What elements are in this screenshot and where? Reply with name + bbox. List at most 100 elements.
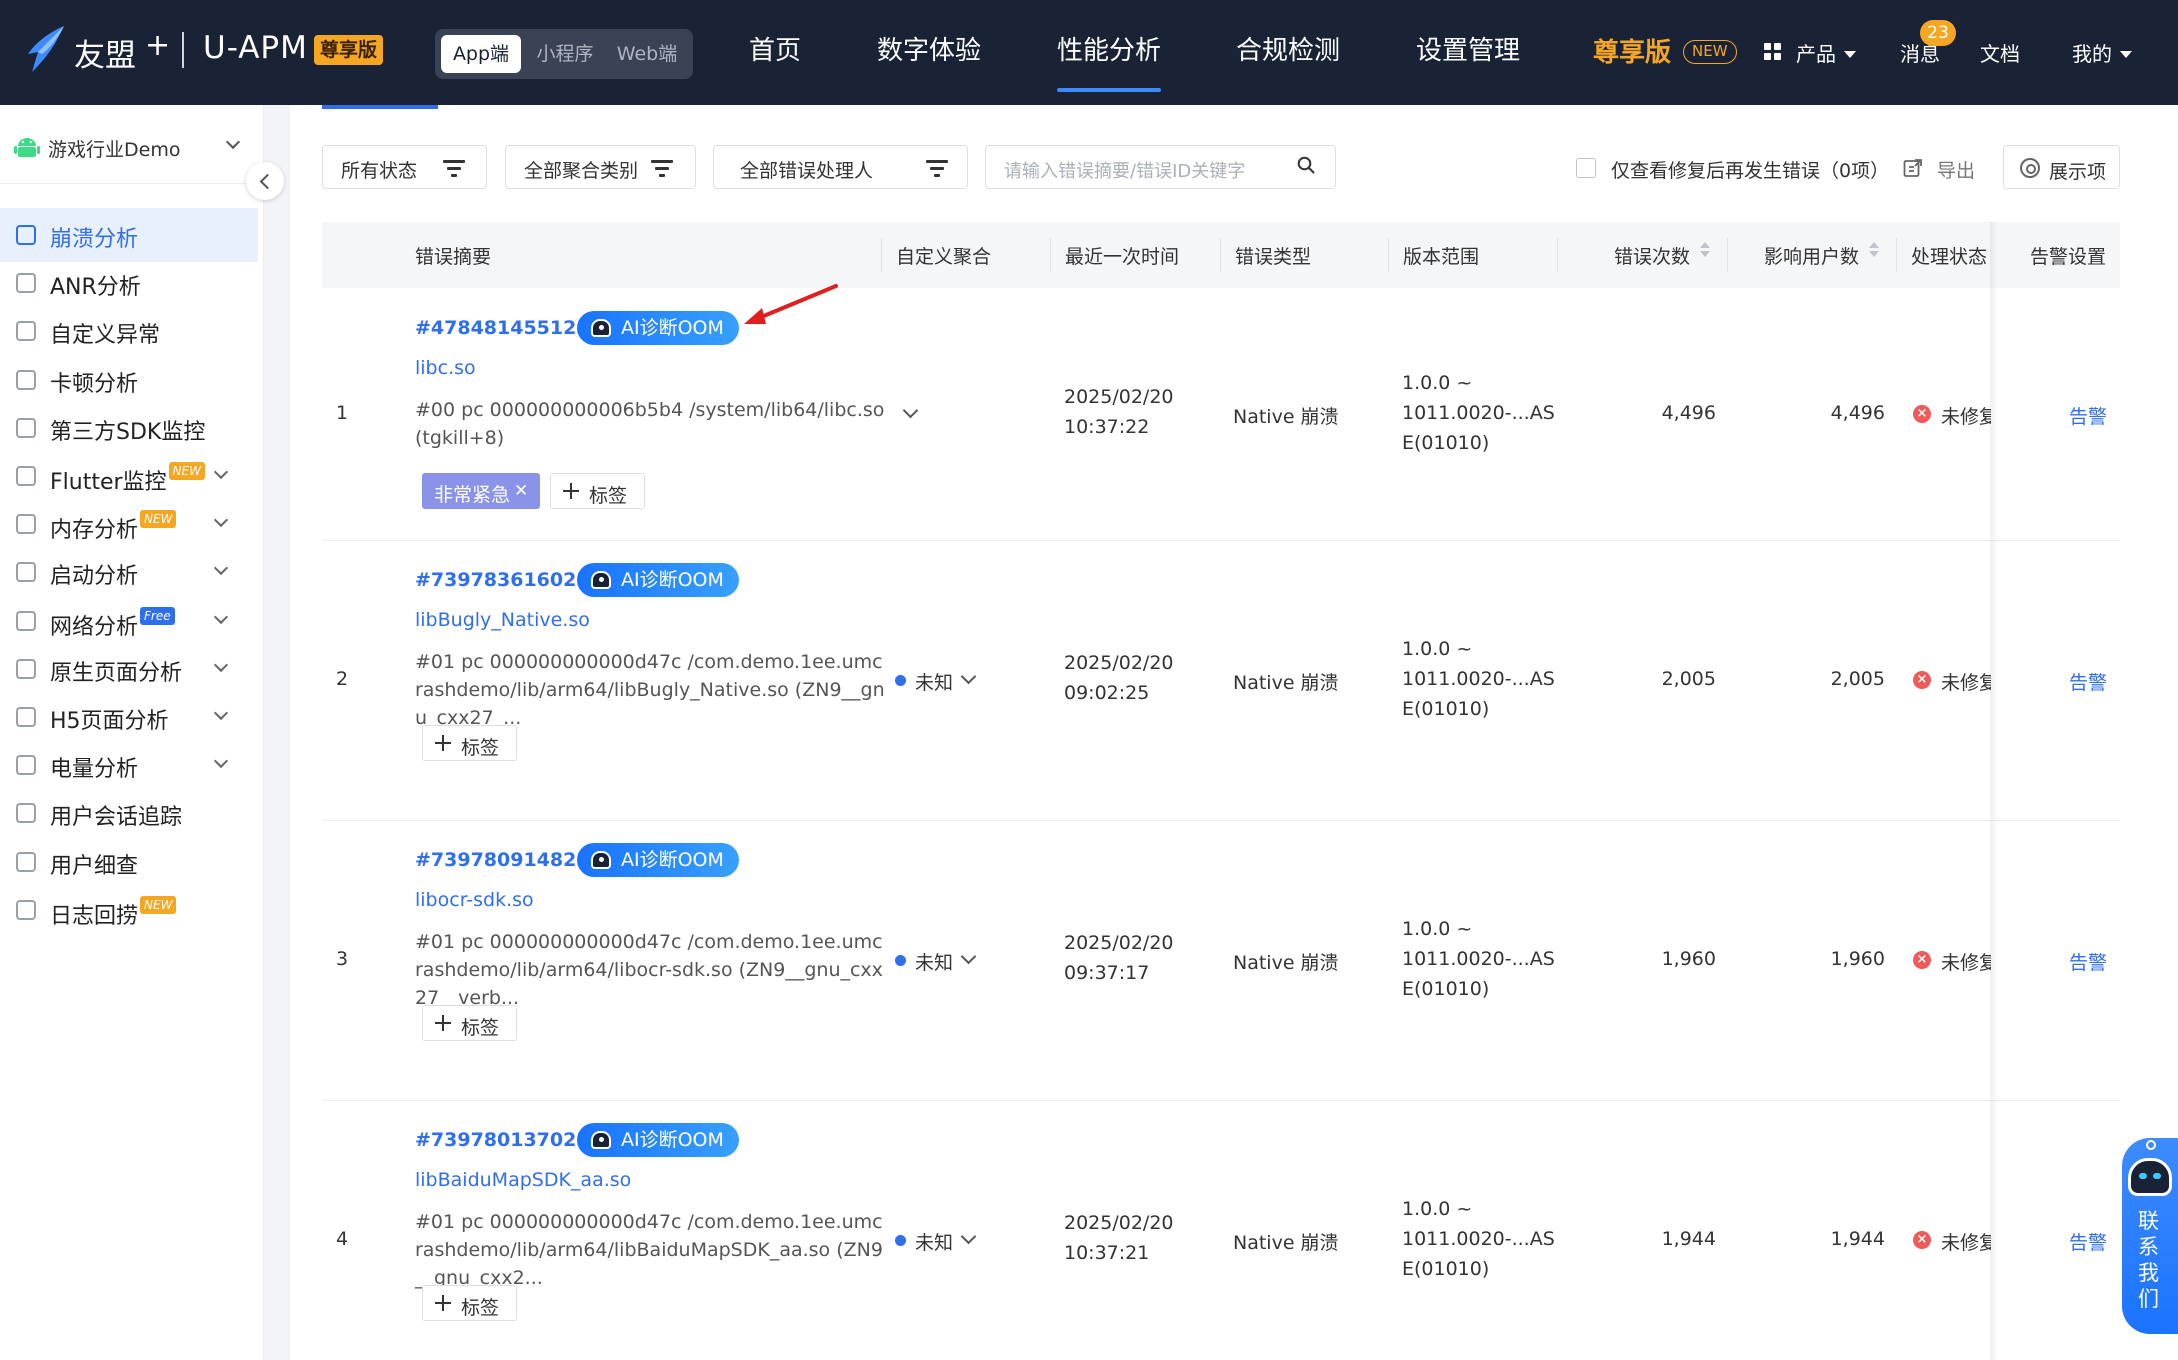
user-menu[interactable]: 我的: [2072, 38, 2132, 67]
library-name-link[interactable]: libc.so: [415, 357, 476, 379]
sidebar-item-4[interactable]: 卡顿分析: [0, 353, 258, 407]
alarm-link[interactable]: 告警: [2069, 1228, 2107, 1255]
nav-settings[interactable]: 设置管理: [1416, 30, 1520, 67]
latest-time: 10:37:22: [1064, 416, 1150, 438]
aggregation-filter[interactable]: 全部聚合类别: [505, 145, 696, 189]
library-name-link[interactable]: libBaiduMapSDK_aa.so: [415, 1169, 631, 1191]
sidebar-item-5[interactable]: 第三方SDK监控: [0, 401, 258, 455]
ai-diagnose-label: AI诊断OOM: [621, 849, 724, 871]
column-divider: [1050, 238, 1051, 272]
error-id-link[interactable]: #7397836160231: [415, 569, 603, 591]
sort-icon[interactable]: [1700, 242, 1710, 262]
ai-diagnose-oom-button[interactable]: AI诊断OOM: [577, 1123, 739, 1157]
library-name-link[interactable]: libocr-sdk.so: [415, 889, 534, 911]
sidebar-item-label: 启动分析: [50, 564, 139, 590]
ai-diagnose-oom-button[interactable]: AI诊断OOM: [577, 311, 739, 345]
add-tag-button[interactable]: 标签: [422, 725, 517, 761]
contact-us-button[interactable]: 联系我们: [2122, 1138, 2178, 1334]
status-value[interactable]: 未修复: [1941, 948, 1991, 975]
sidebar-item-label: H5页面分析: [50, 709, 169, 734]
sidebar-item-10[interactable]: 原生页面分析: [0, 642, 258, 696]
ai-diagnose-oom-button[interactable]: AI诊断OOM: [577, 563, 739, 597]
alarm-link[interactable]: 告警: [2069, 948, 2107, 975]
chevron-down-icon[interactable]: [902, 402, 919, 419]
alarm-link[interactable]: 告警: [2069, 402, 2107, 429]
platform-tab-miniprogram[interactable]: 小程序: [525, 35, 605, 73]
display-columns-button[interactable]: 展示项: [2003, 145, 2120, 189]
status-filter[interactable]: 所有状态: [322, 145, 487, 189]
products-menu[interactable]: 产品: [1796, 38, 1856, 67]
add-tag-button[interactable]: 标签: [550, 473, 645, 509]
status-value[interactable]: 未修复: [1941, 402, 1991, 429]
tag-chip-urgent[interactable]: 非常紧急 ✕: [422, 473, 540, 509]
handler-filter[interactable]: 全部错误处理人: [713, 145, 968, 189]
error-id-link[interactable]: #7397801370231: [415, 1129, 603, 1151]
error-id-link[interactable]: #7397809148231: [415, 849, 603, 871]
sidebar-item-label: 卡顿分析: [50, 371, 139, 397]
ai-diagnose-label: AI诊断OOM: [621, 1129, 724, 1151]
export-icon[interactable]: [1903, 158, 1923, 178]
only-after-fix-checkbox[interactable]: [1576, 158, 1596, 178]
stack-trace: #01 pc 000000000000d47c /com.demo.1ee.um…: [415, 931, 883, 1009]
sidebar-item-label: 崩溃分析: [50, 227, 139, 252]
sidebar-item-label: 内存分析 NEW: [50, 510, 177, 544]
platform-tab-web[interactable]: Web端: [607, 35, 687, 73]
sidebar-item-15[interactable]: 日志回捞 NEW: [0, 883, 258, 937]
docs-link[interactable]: 文档: [1980, 38, 2020, 67]
sidebar-item-8[interactable]: 启动分析: [0, 545, 258, 599]
chevron-down-icon: [213, 513, 229, 528]
chevron-down-icon[interactable]: [960, 668, 977, 685]
nav-digital-experience[interactable]: 数字体验: [877, 30, 981, 67]
sidebar-item-3[interactable]: 自定义异常: [0, 304, 258, 358]
library-name-link[interactable]: libBugly_Native.so: [415, 609, 590, 631]
header-latest-time[interactable]: 最近一次时间: [1065, 242, 1179, 269]
collapse-sidebar-button[interactable]: [246, 162, 284, 200]
export-button[interactable]: 导出: [1937, 156, 1975, 183]
sidebar-item-14[interactable]: 用户细查: [0, 835, 258, 889]
status-value[interactable]: 未修复: [1941, 1228, 1991, 1255]
nav-performance-analysis[interactable]: 性能分析: [1057, 30, 1162, 92]
custom-aggregation-value[interactable]: 未知: [915, 1228, 953, 1255]
sort-icon[interactable]: [1869, 242, 1879, 262]
sidebar-item-11[interactable]: H5页面分析: [0, 690, 258, 744]
sidebar-item-13[interactable]: 用户会话追踪: [0, 786, 258, 840]
brand-plus: +: [145, 28, 171, 63]
custom-aggregation-value[interactable]: 未知: [915, 668, 953, 695]
nav-home[interactable]: 首页: [749, 30, 801, 67]
custom-aggregation-value[interactable]: 未知: [915, 948, 953, 975]
chevron-down-icon[interactable]: [960, 1228, 977, 1245]
ai-diagnose-oom-button[interactable]: AI诊断OOM: [577, 843, 739, 877]
status-value[interactable]: 未修复: [1941, 668, 1991, 695]
add-tag-button[interactable]: 标签: [422, 1285, 517, 1321]
sidebar-item-9[interactable]: 网络分析 Free: [0, 594, 258, 648]
platform-tab-app[interactable]: App端: [441, 35, 521, 73]
alarm-link[interactable]: 告警: [2069, 668, 2107, 695]
nav-compliance[interactable]: 合规检测: [1236, 30, 1340, 67]
sidebar-item-2[interactable]: ANR分析: [0, 256, 258, 310]
row-index: 4: [336, 1228, 349, 1250]
crash-icon: [16, 225, 36, 245]
ai-diagnose-label: AI诊断OOM: [621, 569, 724, 591]
chevron-down-icon[interactable]: [960, 948, 977, 965]
nav-vip[interactable]: 尊享版: [1593, 32, 1671, 69]
sidebar-item-label: 日志回捞 NEW: [50, 895, 177, 930]
sidebar-item-1[interactable]: 崩溃分析: [0, 208, 258, 262]
sidebar-item-7[interactable]: 内存分析 NEW: [0, 497, 258, 551]
header-error-count[interactable]: 错误次数: [1614, 242, 1690, 269]
search-input[interactable]: 请输入错误摘要/错误ID关键字: [985, 145, 1336, 189]
add-tag-label: 标签: [461, 1017, 500, 1039]
sidebar: 游戏行业Demo 崩溃分析 ANR分析 自定义异常卡顿分析第三方SDK监控 Flutt…: [0, 105, 264, 1360]
search-icon[interactable]: [1297, 156, 1315, 174]
app-selector[interactable]: 游戏行业Demo: [12, 127, 250, 167]
sidebar-item-12[interactable]: 电量分析: [0, 738, 258, 792]
sidebar-item-6[interactable]: Flutter监控 NEW: [0, 449, 258, 503]
version-range-end: E(01010): [1402, 698, 1490, 720]
close-icon[interactable]: ✕: [514, 481, 528, 501]
error-id-link[interactable]: #4784814551231: [415, 317, 603, 339]
add-tag-button[interactable]: 标签: [422, 1005, 517, 1041]
caret-down-icon: [2120, 51, 2132, 58]
robot-icon: [591, 851, 611, 869]
sidebar-item-label: 原生页面分析: [50, 660, 183, 686]
header-affected-users[interactable]: 影响用户数: [1764, 242, 1859, 269]
plus-icon: [435, 735, 451, 751]
